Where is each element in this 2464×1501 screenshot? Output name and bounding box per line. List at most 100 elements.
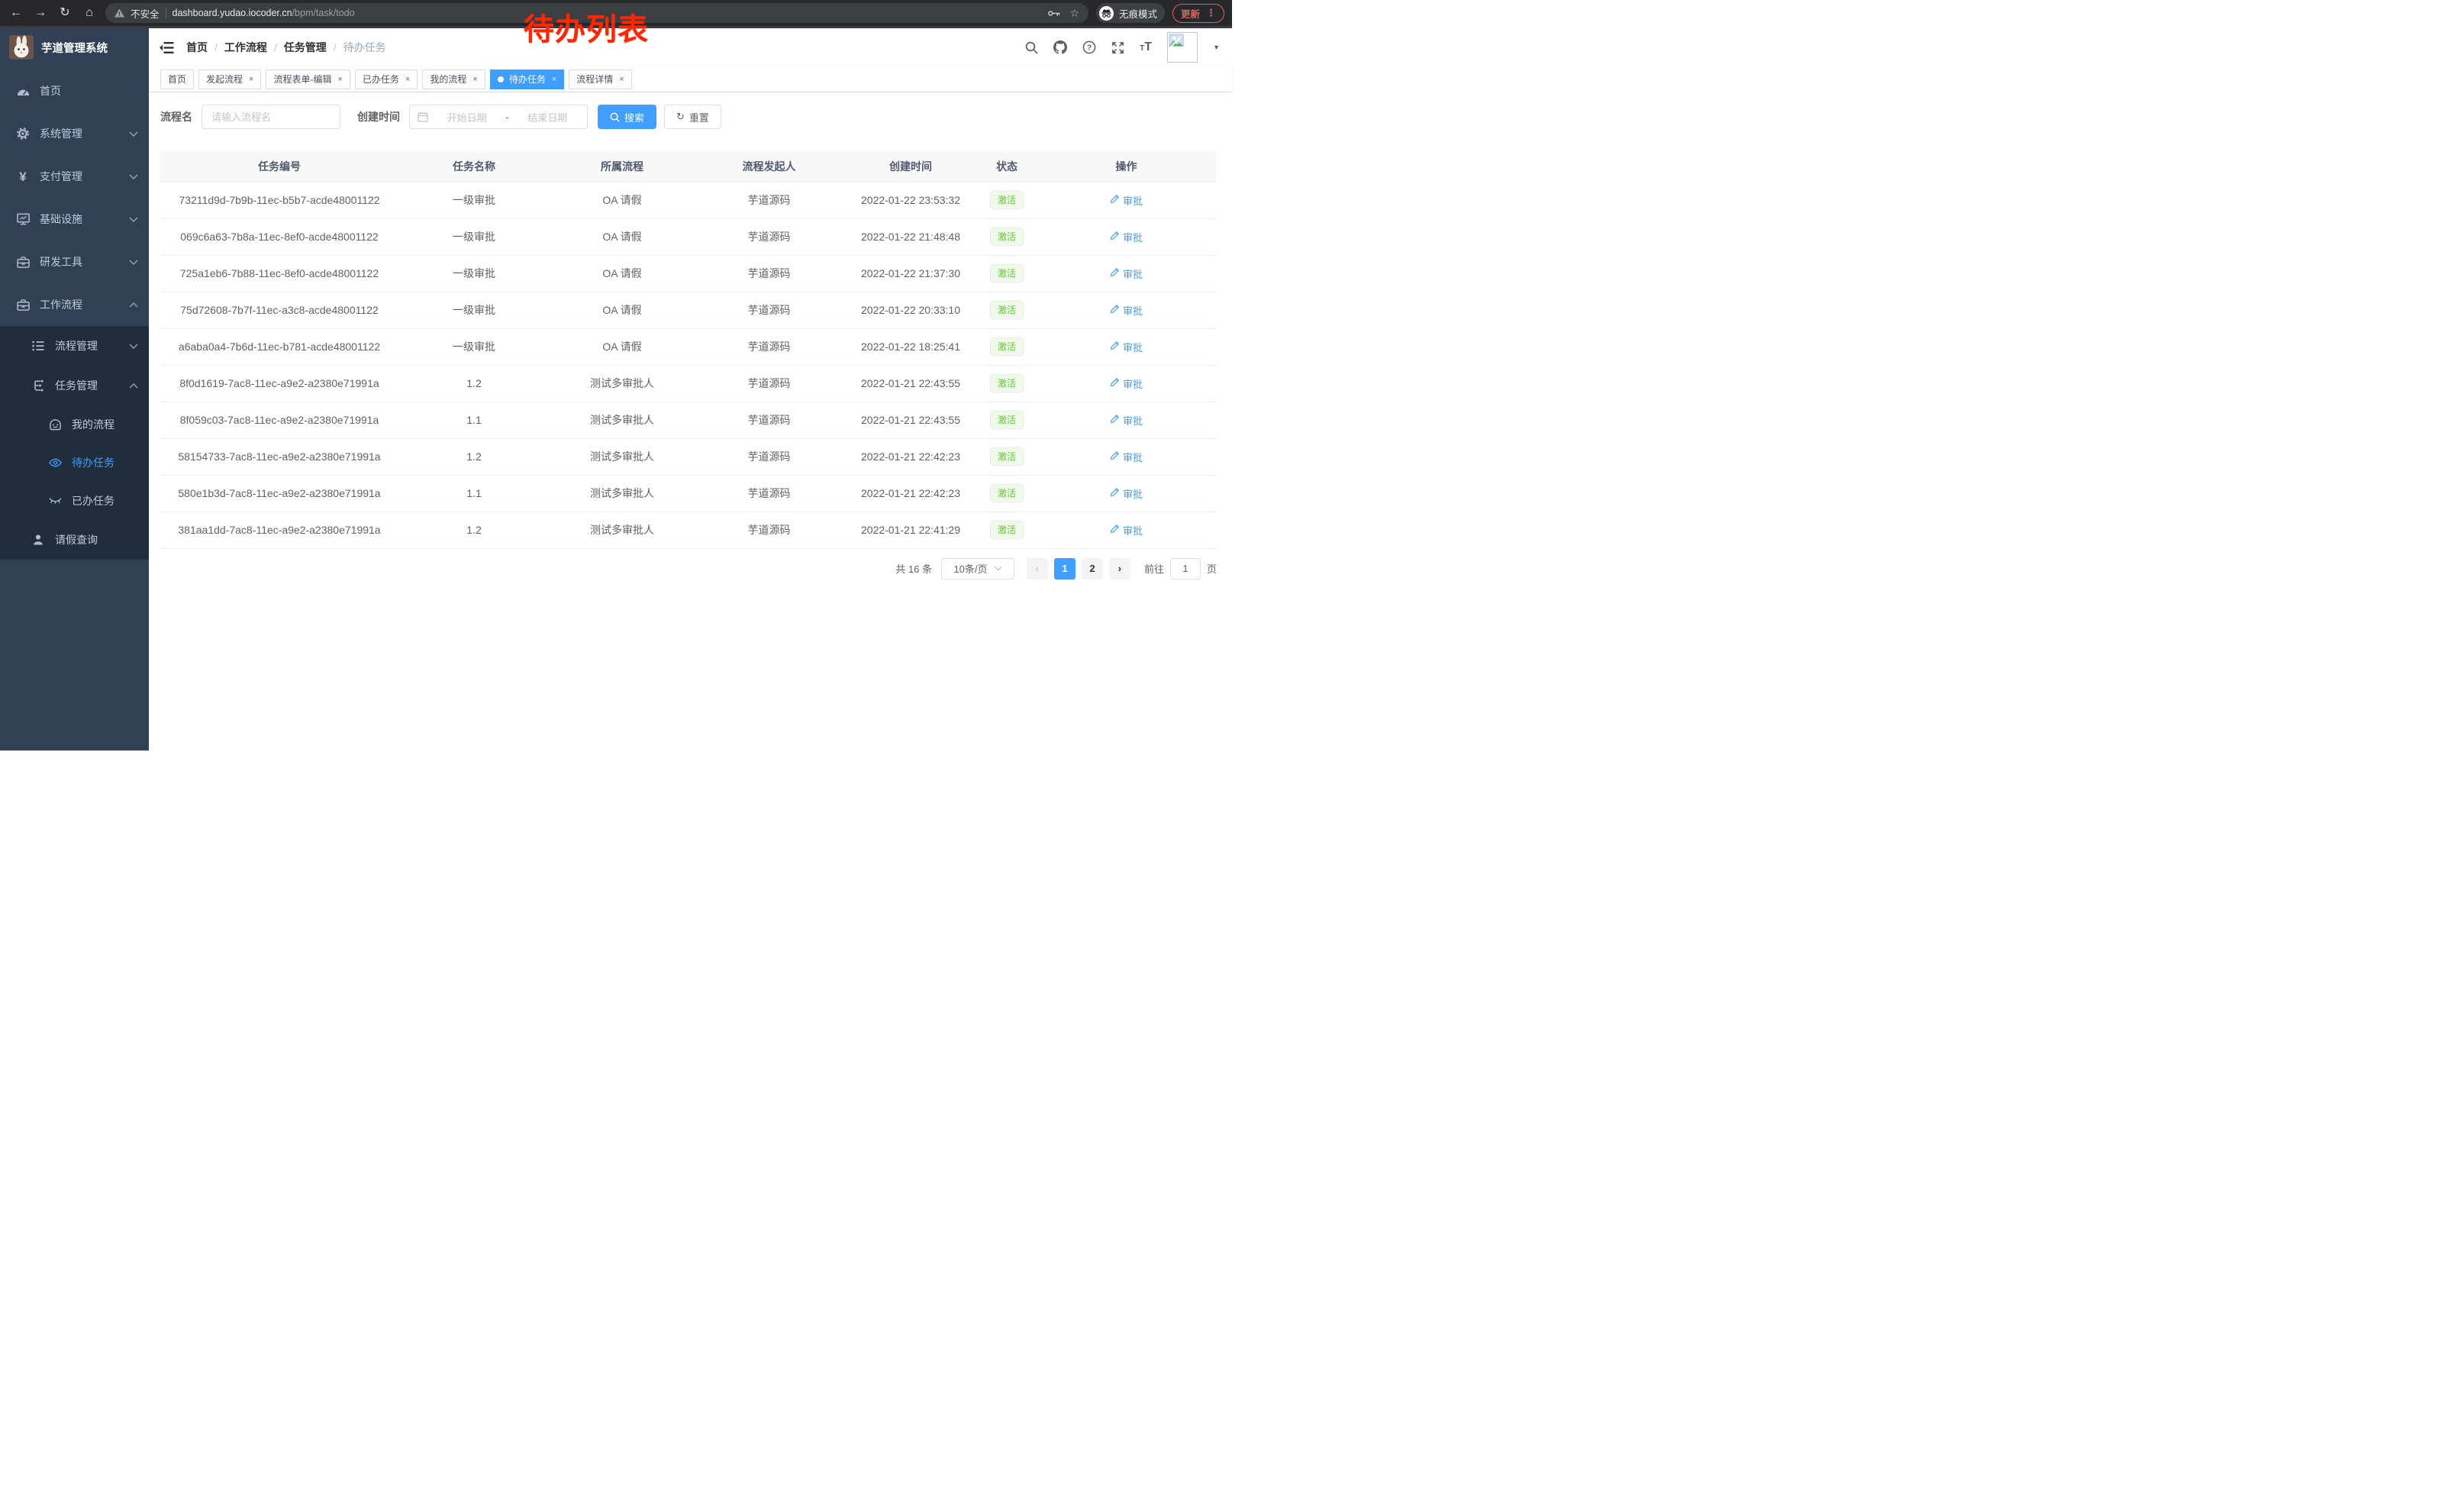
close-tab-icon[interactable]: × [337,75,342,84]
github-icon[interactable] [1053,40,1067,54]
breadcrumb: 首页 工作流程 任务管理 待办任务 [186,40,386,55]
breadcrumb-workflow[interactable]: 工作流程 [224,40,267,55]
sidebar-item-workflow[interactable]: 工作流程 [0,283,149,326]
tabs-bar: 首页发起流程×流程表单-编辑×已办任务×我的流程×待办任务×流程详情× [149,66,1232,92]
security-label[interactable]: 不安全 [131,6,160,21]
address-bar[interactable]: 不安全 dashboard.yudao.iocoder.cn/bpm/task/… [105,3,1088,23]
approve-link[interactable]: 审批 [1110,193,1143,208]
breadcrumb-home[interactable]: 首页 [186,40,208,55]
url-text[interactable]: dashboard.yudao.iocoder.cn/bpm/task/todo [173,8,355,18]
close-tab-icon[interactable]: × [472,75,477,84]
approve-link[interactable]: 审批 [1110,266,1143,281]
browser-update-button[interactable]: 更新 ⋮ [1172,4,1224,23]
fullscreen-icon[interactable] [1111,41,1124,54]
page-button-1[interactable]: 1 [1054,558,1076,579]
password-key-icon[interactable] [1048,10,1060,17]
search-icon[interactable] [1025,41,1038,54]
next-page-button[interactable]: › [1109,558,1130,579]
breadcrumb-separator [274,41,277,53]
close-tab-icon[interactable]: × [405,75,410,84]
approve-link[interactable]: 审批 [1110,376,1143,391]
sidebar-item-payment[interactable]: ¥支付管理 [0,155,149,198]
close-tab-icon[interactable]: × [552,75,556,84]
browser-back-icon[interactable]: ← [8,7,24,19]
pagination-total: 共 16 条 [895,561,932,576]
end-date-placeholder: 结束日期 [516,110,579,124]
approve-link[interactable]: 审批 [1110,486,1143,501]
approve-link[interactable]: 审批 [1110,523,1143,537]
tab-首页[interactable]: 首页 [160,69,194,89]
sidebar-item-my-process[interactable]: 我的流程 [0,405,149,444]
cell-id: 725a1eb6-7b88-11ec-8ef0-acde48001122 [160,255,398,292]
tab-待办任务[interactable]: 待办任务 × [490,69,564,89]
approve-link[interactable]: 审批 [1110,340,1143,354]
sidebar-item-done-task[interactable]: 已办任务 [0,482,149,520]
date-range-picker[interactable]: 开始日期 - 结束日期 [409,105,588,129]
tab-流程表单-编辑[interactable]: 流程表单-编辑× [266,69,350,89]
table-header-row: 任务编号任务名称所属流程流程发起人创建时间状态操作 [160,151,1217,182]
approve-link-label: 审批 [1123,340,1143,354]
goto-page-input[interactable] [1170,558,1201,579]
sidebar-item-todo-task[interactable]: 待办任务 [0,444,149,482]
avatar-caret-icon[interactable]: ▼ [1213,44,1220,51]
sidebar-item-task-mgmt[interactable]: 任务管理 [0,366,149,405]
edit-pencil-icon [1110,377,1120,389]
sidebar-item-process-mgmt[interactable]: 流程管理 [0,326,149,366]
filter-form: 流程名 创建时间 开始日期 - 结束日期 搜索 [160,105,1217,129]
column-header: 状态 [978,151,1036,182]
range-separator: - [505,111,508,123]
browser-menu-icon[interactable]: ⋮ [1206,7,1216,19]
approve-link[interactable]: 审批 [1110,230,1143,244]
tab-label: 待办任务 [509,73,546,86]
browser-home-icon[interactable]: ⌂ [81,7,98,19]
browser-forward-icon[interactable]: → [32,7,49,19]
close-tab-icon[interactable]: × [249,75,253,84]
status-badge: 激活 [990,521,1024,539]
edit-pencil-icon [1110,231,1120,243]
page-size-select[interactable]: 10条/页 [941,558,1014,579]
reset-button[interactable]: ↻ 重置 [664,105,721,129]
column-header: 创建时间 [843,151,978,182]
tab-我的流程[interactable]: 我的流程 × [422,69,485,89]
search-button-label: 搜索 [624,110,644,124]
sidebar-item-infra[interactable]: 基础设施 [0,198,149,240]
search-button-icon [610,112,620,122]
search-button[interactable]: 搜索 [598,105,656,129]
browser-reload-icon[interactable]: ↻ [56,7,73,19]
sidebar-collapse-icon[interactable] [160,41,174,54]
sidebar-item-home[interactable]: 首页 [0,69,149,112]
tab-流程详情[interactable]: 流程详情× [569,69,631,89]
update-label: 更新 [1181,6,1200,21]
sidebar-item-leave-query[interactable]: 请假查询 [0,520,149,560]
approve-link[interactable]: 审批 [1110,303,1143,318]
sidebar-item-system[interactable]: 系统管理 [0,112,149,155]
tab-发起流程[interactable]: 发起流程× [198,69,261,89]
table-row: 069c6a63-7b8a-11ec-8ef0-acde48001122一级审批… [160,218,1217,255]
help-icon[interactable]: ? [1082,40,1096,54]
cell-status: 激活 [978,365,1036,402]
tree-icon [31,379,46,392]
font-size-icon[interactable]: TT [1140,40,1152,54]
cell-process: 测试多审批人 [550,365,695,402]
tab-已办任务[interactable]: 已办任务× [355,69,418,89]
approve-link[interactable]: 审批 [1110,450,1143,464]
gear-icon [15,128,31,140]
cell-id: 58154733-7ac8-11ec-a9e2-a2380e71991a [160,438,398,475]
cell-status: 激活 [978,328,1036,365]
page-size-value: 10条/页 [953,561,987,576]
close-tab-icon[interactable]: × [619,75,624,84]
sidebar-item-devtools[interactable]: 研发工具 [0,240,149,283]
tab-label: 我的流程 [430,73,466,86]
prev-page-button[interactable]: ‹ [1027,558,1048,579]
cell-action: 审批 [1036,512,1217,548]
column-header: 所属流程 [550,151,695,182]
approve-link[interactable]: 审批 [1110,413,1143,428]
avatar[interactable] [1167,32,1198,63]
breadcrumb-task-mgmt[interactable]: 任务管理 [284,40,327,55]
process-name-input[interactable] [202,105,340,129]
bookmark-star-icon[interactable]: ☆ [1069,7,1079,20]
incognito-label: 无痕模式 [1119,6,1157,21]
page-button-2[interactable]: 2 [1082,558,1103,579]
calendar-icon [418,111,428,122]
sidebar-logo[interactable]: 芋道管理系统 [0,28,149,66]
